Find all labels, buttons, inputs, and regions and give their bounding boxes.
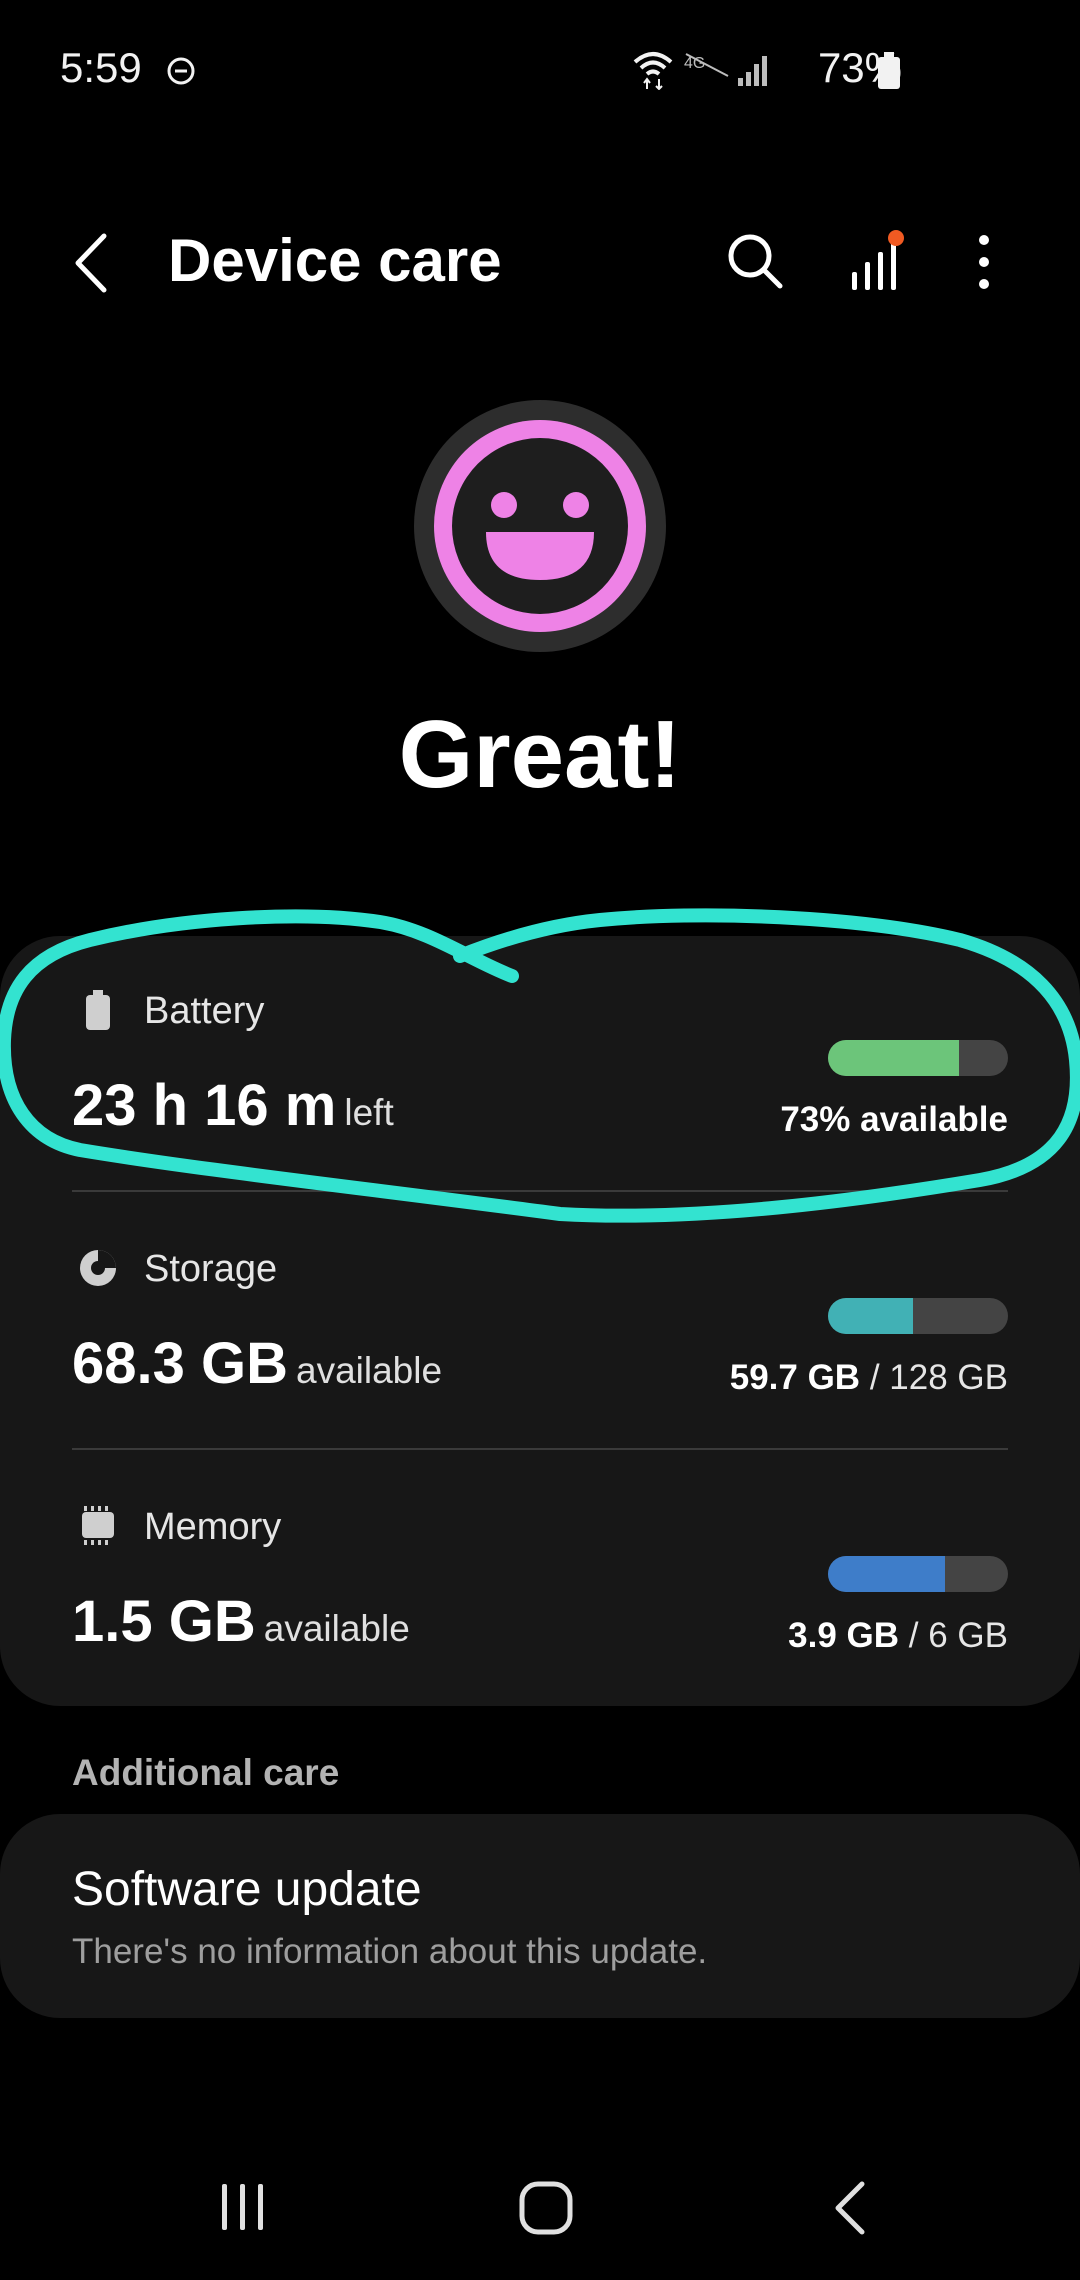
search-icon[interactable] xyxy=(726,232,784,290)
memory-value-line: 1.5 GB available xyxy=(72,1588,410,1655)
divider xyxy=(72,1448,1008,1450)
storage-bar xyxy=(828,1298,1008,1334)
smiley-face-icon xyxy=(414,400,666,652)
memory-used: 3.9 GB xyxy=(788,1616,900,1655)
storage-value-line: 68.3 GB available xyxy=(72,1330,442,1397)
recent-apps-icon[interactable] xyxy=(216,2180,270,2234)
storage-used: 59.7 GB xyxy=(729,1358,861,1397)
battery-available-text: 73% available xyxy=(780,1100,1008,1139)
memory-total: 6 GB xyxy=(928,1616,1008,1655)
lte-icon: 4G xyxy=(684,53,729,77)
do-not-disturb-icon xyxy=(167,57,195,85)
storage-label: Storage xyxy=(144,1248,278,1290)
memory-label: Memory xyxy=(144,1506,282,1548)
additional-care-heading: Additional care xyxy=(72,1752,340,1793)
pie-chart-icon xyxy=(80,1250,116,1286)
memory-usage: 3.9 GB / 6 GB xyxy=(788,1616,1008,1656)
status-heading: Great! xyxy=(398,701,682,808)
battery-value-line: 23 h 16 m left xyxy=(72,1072,394,1139)
memory-suffix: available xyxy=(263,1608,410,1649)
home-icon[interactable] xyxy=(518,2180,574,2236)
signal-icon xyxy=(738,56,767,86)
battery-time-left: 23 h 16 m xyxy=(72,1073,337,1138)
software-update-title: Software update xyxy=(72,1863,422,1916)
battery-label: Battery xyxy=(144,990,265,1032)
battery-bar-fill xyxy=(828,1040,960,1076)
software-update-subtitle: There's no information about this update… xyxy=(72,1932,708,1971)
battery-bar xyxy=(828,1040,1008,1076)
battery-icon xyxy=(86,990,110,1030)
storage-available-value: 68.3 GB xyxy=(72,1331,288,1396)
back-icon[interactable] xyxy=(70,230,114,296)
stats-icon[interactable] xyxy=(848,228,904,292)
storage-sep: / xyxy=(869,1358,880,1397)
battery-suffix: left xyxy=(344,1092,394,1133)
page-title: Device care xyxy=(168,227,502,294)
wifi-icon xyxy=(633,52,673,90)
memory-sep: / xyxy=(908,1616,919,1655)
status-time: 5:59 xyxy=(60,44,142,91)
divider xyxy=(72,1190,1008,1192)
nav-back-icon[interactable] xyxy=(828,2180,872,2236)
storage-usage: 59.7 GB / 128 GB xyxy=(730,1358,1008,1398)
battery-icon xyxy=(878,52,900,89)
memory-bar xyxy=(828,1556,1008,1592)
more-options-icon[interactable] xyxy=(974,232,994,292)
memory-bar-fill xyxy=(828,1556,945,1592)
storage-total: 128 GB xyxy=(889,1358,1008,1397)
battery-available: 73% available xyxy=(780,1100,1008,1140)
storage-bar-fill xyxy=(828,1298,913,1334)
memory-available-value: 1.5 GB xyxy=(72,1589,256,1654)
notification-dot xyxy=(888,230,904,246)
memory-chip-icon xyxy=(82,1506,114,1545)
storage-suffix: available xyxy=(296,1350,443,1391)
